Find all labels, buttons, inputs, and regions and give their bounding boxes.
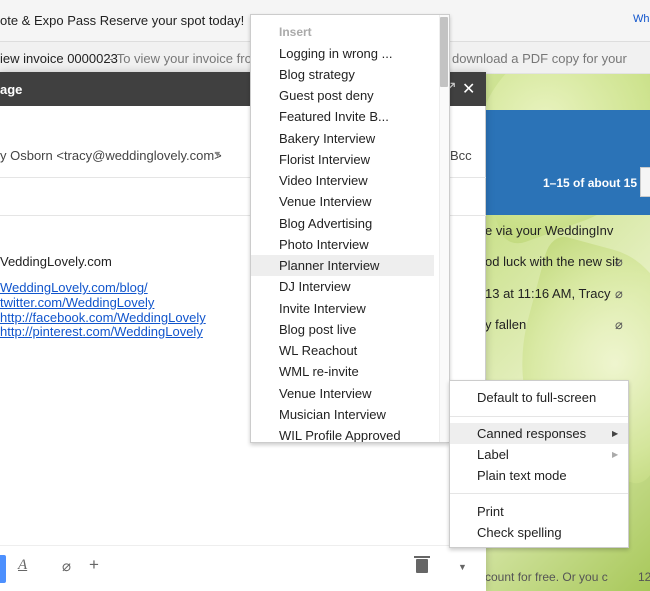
canned-response-item[interactable]: Blog Advertising — [251, 213, 434, 234]
menu-item-print[interactable]: Print — [450, 501, 628, 522]
trash-icon[interactable] — [414, 556, 430, 573]
footer-text: count for free. Or you c — [485, 570, 608, 584]
signature-line: VeddingLovely.com — [0, 254, 112, 269]
close-icon[interactable]: ✕ — [462, 79, 475, 99]
canned-response-item[interactable]: Venue Interview — [251, 191, 434, 212]
canned-response-item[interactable]: Video Interview — [251, 170, 434, 191]
attach-icon[interactable]: ⌀ — [62, 557, 71, 575]
menu-item-label[interactable]: Label — [450, 444, 628, 465]
canned-response-item[interactable]: WL Reachout — [251, 340, 434, 361]
menu-item-label: Canned responses — [477, 426, 587, 441]
inbox-row[interactable]: e via your WeddingInv — [485, 223, 650, 245]
plus-icon[interactable]: + — [89, 555, 99, 575]
signature-link[interactable]: http://facebook.com/WeddingLovely — [0, 310, 206, 325]
from-field[interactable]: y Osborn <tracy@weddinglovely.com> — [0, 148, 222, 163]
chevron-right-icon: ▶ — [612, 450, 619, 459]
compose-title: age — [0, 82, 23, 97]
canned-response-item[interactable]: Logging in wrong ... — [251, 43, 434, 64]
canned-response-item[interactable]: Blog post live — [251, 319, 434, 340]
menu-item-canned-responses[interactable]: Canned responses — [450, 423, 628, 444]
attachment-icon: ⌀ — [615, 286, 623, 301]
canned-response-item[interactable]: Venue Interview — [251, 383, 434, 404]
inbox-row[interactable]: od luck with the new sit — [485, 254, 650, 276]
theme-blue-panel — [485, 110, 650, 215]
formatting-icon[interactable]: A — [18, 557, 27, 574]
canned-response-item[interactable]: Invite Interview — [251, 298, 434, 319]
canned-response-item[interactable]: WIL Profile Approved — [251, 425, 434, 442]
menu-item-plain-text[interactable]: Plain text mode — [450, 465, 628, 486]
menu-divider — [450, 493, 628, 494]
email-snippet: download a PDF copy for your — [452, 51, 627, 66]
signature-link[interactable]: twitter.com/WeddingLovely — [0, 295, 154, 310]
canned-responses-insert-menu: Insert Logging in wrong ... Blog strateg… — [250, 14, 450, 443]
insert-menu-header: Insert — [279, 25, 312, 39]
footer-number: 12 — [638, 570, 650, 584]
canned-response-item[interactable]: WML re-invite — [251, 361, 434, 382]
attachment-icon: ⌀ — [615, 317, 623, 332]
chevron-right-icon: ▶ — [612, 429, 619, 438]
promo-banner-link[interactable]: Wh — [633, 13, 650, 25]
more-options-menu: Default to full-screen Canned responses … — [449, 380, 629, 548]
canned-response-item[interactable]: Blog strategy — [251, 64, 434, 85]
canned-response-item[interactable]: Guest post deny — [251, 85, 434, 106]
promo-banner-text: ote & Expo Pass Reserve your spot today! — [0, 13, 245, 28]
canned-response-item[interactable]: Planner Interview — [251, 255, 434, 276]
paging-count: 1–15 of about 15 — [543, 176, 638, 190]
more-options-icon[interactable]: ▼ — [458, 562, 467, 572]
menu-scrollbar-thumb[interactable] — [440, 17, 448, 87]
email-subject: iew invoice 0000023 — [0, 51, 118, 66]
menu-item-full-screen[interactable]: Default to full-screen — [450, 387, 628, 408]
compose-toolbar: A ⌀ + ▼ — [0, 545, 486, 591]
inbox-row[interactable]: y fallen — [485, 317, 650, 339]
signature-link[interactable]: http://pinterest.com/WeddingLovely — [0, 324, 203, 339]
signature-link[interactable]: WeddingLovely.com/blog/ — [0, 280, 148, 295]
menu-divider — [450, 416, 628, 417]
inbox-row[interactable]: 13 at 11:16 AM, Tracy — [485, 286, 650, 308]
attachment-icon: ⌀ — [615, 254, 623, 269]
canned-response-item[interactable]: DJ Interview — [251, 276, 434, 297]
canned-response-item[interactable]: Bakery Interview — [251, 128, 434, 149]
canned-response-item[interactable]: Musician Interview — [251, 404, 434, 425]
menu-item-label: Label — [477, 447, 509, 462]
menu-item-check-spelling[interactable]: Check spelling — [450, 522, 628, 543]
bcc-button[interactable]: Bcc — [450, 148, 472, 163]
chevron-down-icon[interactable]: ▼ — [213, 149, 222, 159]
canned-response-item[interactable]: Photo Interview — [251, 234, 434, 255]
email-snippet: - To view your invoice fror — [109, 51, 257, 66]
send-button[interactable] — [0, 555, 6, 583]
canned-response-item[interactable]: Florist Interview — [251, 149, 434, 170]
paging-button[interactable] — [640, 167, 650, 197]
canned-response-item[interactable]: Featured Invite B... — [251, 106, 434, 127]
